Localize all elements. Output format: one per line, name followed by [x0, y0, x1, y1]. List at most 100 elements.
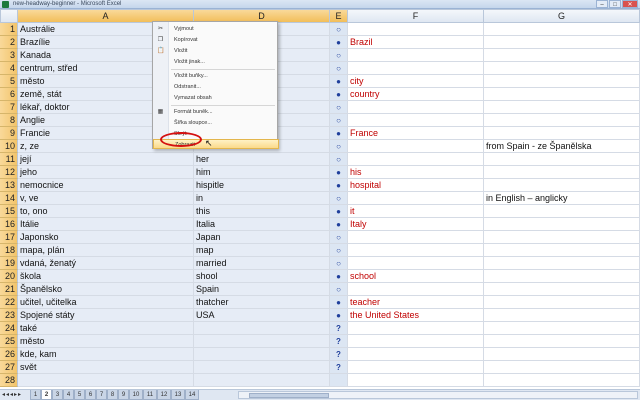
cell-e[interactable]: ○	[330, 257, 348, 270]
cell-e[interactable]: ●	[330, 205, 348, 218]
cell-g[interactable]	[484, 231, 640, 244]
sheet-tab[interactable]: 13	[171, 390, 185, 400]
cell-f[interactable]	[348, 231, 484, 244]
row-header[interactable]: 16	[0, 218, 18, 231]
column-header-g[interactable]: G	[484, 9, 640, 23]
row-header[interactable]: 9	[0, 127, 18, 140]
cell-a[interactable]: její	[18, 153, 194, 166]
row-header[interactable]: 10	[0, 140, 18, 153]
row-header[interactable]: 15	[0, 205, 18, 218]
row-header[interactable]: 7	[0, 101, 18, 114]
cell-f[interactable]	[348, 335, 484, 348]
cell-f[interactable]	[348, 101, 484, 114]
cell-g[interactable]	[484, 23, 640, 36]
cell-a[interactable]: vdaná, ženatý	[18, 257, 194, 270]
row-header[interactable]: 1	[0, 23, 18, 36]
cell-f[interactable]: hospital	[348, 179, 484, 192]
cell-e[interactable]: ○	[330, 140, 348, 153]
cell-g[interactable]: in English – anglicky	[484, 192, 640, 205]
cell-g[interactable]	[484, 296, 640, 309]
cell-a[interactable]: město	[18, 335, 194, 348]
sheet-tab[interactable]: 14	[185, 390, 199, 400]
menu-item-paste[interactable]: 📋 Vložit	[153, 46, 279, 56]
cell-a[interactable]: nemocnice	[18, 179, 194, 192]
row-header[interactable]: 25	[0, 335, 18, 348]
cell-d[interactable]	[194, 348, 330, 361]
cell-d[interactable]	[194, 322, 330, 335]
cell-e[interactable]: ○	[330, 244, 348, 257]
row-header[interactable]: 14	[0, 192, 18, 205]
cell-f[interactable]	[348, 374, 484, 387]
cell-f[interactable]	[348, 361, 484, 374]
cell-g[interactable]	[484, 283, 640, 296]
cell-e[interactable]: ○	[330, 192, 348, 205]
horizontal-scrollbar[interactable]	[238, 391, 638, 399]
cell-d[interactable]: in	[194, 192, 330, 205]
row-header[interactable]: 21	[0, 283, 18, 296]
cell-e[interactable]: ○	[330, 23, 348, 36]
cell-f[interactable]	[348, 153, 484, 166]
cell-e[interactable]: ○	[330, 101, 348, 114]
cell-d[interactable]: USA	[194, 309, 330, 322]
cell-e[interactable]	[330, 374, 348, 387]
menu-item-copy[interactable]: ❐ Kopírovat	[153, 35, 279, 45]
cell-g[interactable]	[484, 205, 640, 218]
cell-g[interactable]	[484, 75, 640, 88]
cell-d[interactable]: shool	[194, 270, 330, 283]
cell-g[interactable]	[484, 114, 640, 127]
sheet-tab[interactable]: 1	[30, 390, 41, 400]
cell-d[interactable]: Japan	[194, 231, 330, 244]
cell-a[interactable]: Spojené státy	[18, 309, 194, 322]
cell-d[interactable]: map	[194, 244, 330, 257]
cell-g[interactable]	[484, 257, 640, 270]
row-header[interactable]: 8	[0, 114, 18, 127]
cell-f[interactable]: teacher	[348, 296, 484, 309]
cell-a[interactable]: to, ono	[18, 205, 194, 218]
cell-f[interactable]	[348, 283, 484, 296]
cell-a[interactable]: v, ve	[18, 192, 194, 205]
sheet-tab[interactable]: 2	[41, 390, 52, 400]
sheet-tab[interactable]: 4	[63, 390, 74, 400]
row-header[interactable]: 2	[0, 36, 18, 49]
sheet-tab[interactable]: 11	[143, 390, 157, 400]
cell-e[interactable]: ●	[330, 179, 348, 192]
cell-g[interactable]	[484, 244, 640, 257]
menu-item-insert[interactable]: Vložit buňky...	[153, 71, 279, 81]
cell-f[interactable]	[348, 348, 484, 361]
sheet-tab[interactable]: 3	[52, 390, 63, 400]
cell-g[interactable]: from Spain - ze Španělska	[484, 140, 640, 153]
cell-e[interactable]: ●	[330, 36, 348, 49]
cell-e[interactable]: ○	[330, 114, 348, 127]
cell-e[interactable]: ○	[330, 283, 348, 296]
cell-a[interactable]: Španělsko	[18, 283, 194, 296]
cell-g[interactable]	[484, 88, 640, 101]
cell-e[interactable]: ●	[330, 75, 348, 88]
row-header[interactable]: 24	[0, 322, 18, 335]
cell-f[interactable]: city	[348, 75, 484, 88]
row-header[interactable]: 13	[0, 179, 18, 192]
sheet-tab[interactable]: 8	[107, 390, 118, 400]
cell-e[interactable]: ○	[330, 49, 348, 62]
maximize-button[interactable]: □	[609, 0, 621, 8]
cell-g[interactable]	[484, 101, 640, 114]
cell-f[interactable]: it	[348, 205, 484, 218]
close-button[interactable]: ✕	[622, 0, 638, 8]
cell-d[interactable]	[194, 361, 330, 374]
row-header[interactable]: 18	[0, 244, 18, 257]
cell-g[interactable]	[484, 218, 640, 231]
cell-e[interactable]: ?	[330, 348, 348, 361]
row-header[interactable]: 6	[0, 88, 18, 101]
menu-item-paste-special[interactable]: Vložit jinak...	[153, 57, 279, 67]
cell-d[interactable]	[194, 374, 330, 387]
cell-g[interactable]	[484, 270, 640, 283]
cell-g[interactable]	[484, 348, 640, 361]
row-header[interactable]: 26	[0, 348, 18, 361]
cell-a[interactable]: Japonsko	[18, 231, 194, 244]
cell-e[interactable]: ●	[330, 218, 348, 231]
cell-a[interactable]: škola	[18, 270, 194, 283]
cell-g[interactable]	[484, 49, 640, 62]
column-header-f[interactable]: F	[348, 9, 484, 23]
cell-e[interactable]: ●	[330, 296, 348, 309]
row-header[interactable]: 17	[0, 231, 18, 244]
cell-g[interactable]	[484, 36, 640, 49]
